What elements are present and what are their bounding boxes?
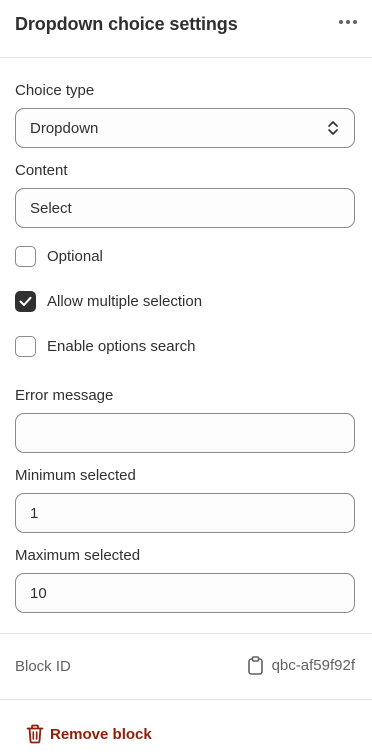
enable-options-search-label: Enable options search [47,338,196,355]
optional-checkbox-row[interactable]: Optional [15,246,103,267]
optional-checkbox[interactable] [15,246,36,267]
trash-icon [26,724,44,744]
error-message-label: Error message [15,387,114,404]
select-chevrons-icon [328,121,338,135]
choice-type-select[interactable]: Dropdown [15,108,355,148]
checkmark-icon [19,296,32,306]
choice-type-value: Dropdown [30,119,99,137]
enable-options-search-checkbox-row[interactable]: Enable options search [15,336,195,357]
choice-type-label: Choice type [15,82,95,99]
minimum-selected-label: Minimum selected [15,467,136,484]
optional-label: Optional [47,248,103,265]
content-input[interactable] [15,188,355,228]
divider [0,633,372,634]
block-id-label: Block ID [15,658,71,675]
block-id-value: qbc-af59f92f [271,657,355,674]
allow-multiple-selection-label: Allow multiple selection [47,293,203,310]
panel-header: Dropdown choice settings [0,0,372,58]
enable-options-search-checkbox[interactable] [15,336,36,357]
allow-multiple-selection-checkbox[interactable] [15,291,36,312]
remove-block-label: Remove block [50,725,152,743]
panel-title: Dropdown choice settings [15,14,238,34]
error-message-input[interactable] [15,413,355,453]
minimum-selected-input[interactable] [15,493,355,533]
clipboard-icon [247,656,263,675]
divider [0,699,372,700]
more-actions-button[interactable] [336,12,360,32]
maximum-selected-input[interactable] [15,573,355,613]
content-label: Content [15,162,68,179]
remove-block-button[interactable]: Remove block [26,724,152,744]
more-horizontal-icon [339,20,357,24]
allow-multiple-selection-checkbox-row[interactable]: Allow multiple selection [15,291,202,312]
copy-block-id-button[interactable]: qbc-af59f92f [247,656,355,675]
maximum-selected-label: Maximum selected [15,547,141,564]
